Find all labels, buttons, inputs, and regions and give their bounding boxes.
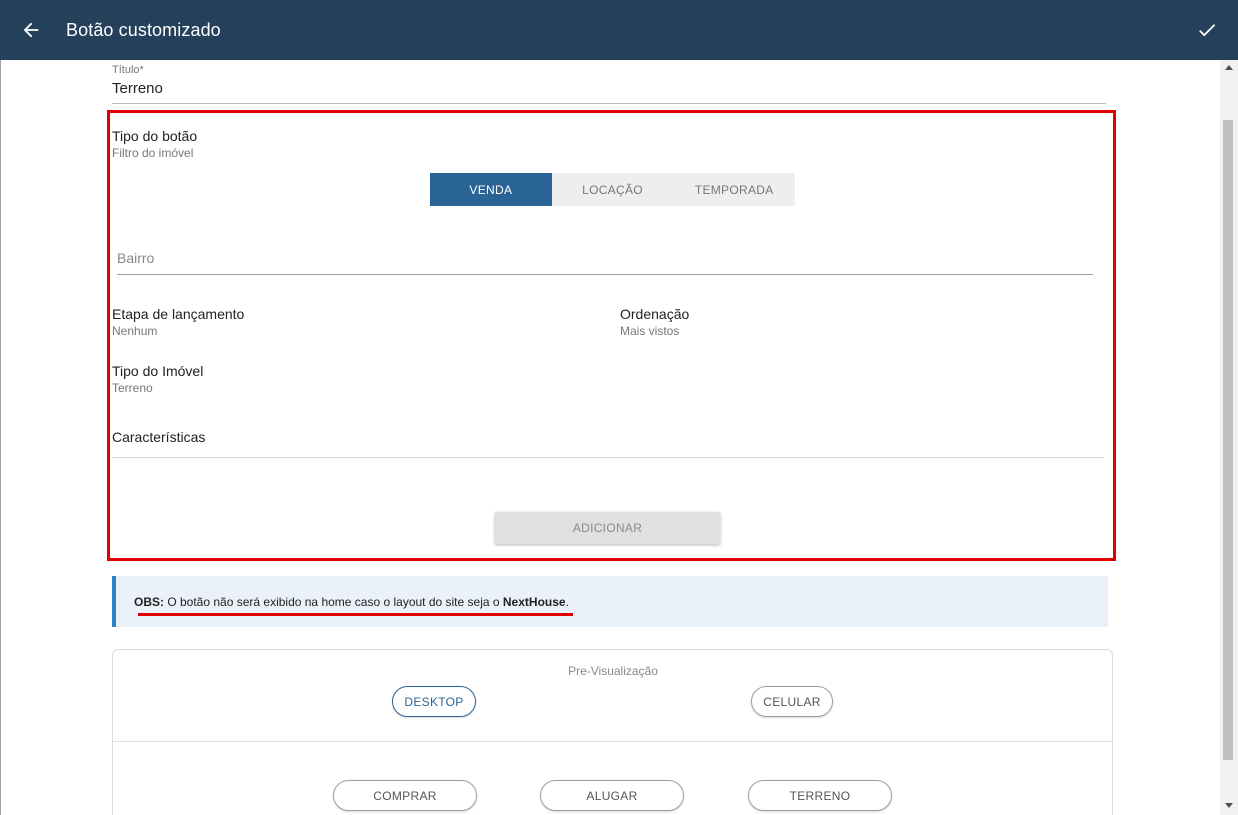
preview-alugar-button[interactable]: ALUGAR bbox=[540, 780, 684, 811]
obs-brand: NextHouse bbox=[502, 595, 566, 609]
tipo-botao-select[interactable]: Filtro do imóvel bbox=[112, 146, 193, 160]
form-content: Título* Terreno Tipo do botão Filtro do … bbox=[0, 60, 1220, 815]
tipo-imovel-label: Tipo do Imóvel bbox=[112, 363, 204, 379]
etapa-select[interactable]: Nenhum bbox=[112, 324, 157, 338]
obs-underline bbox=[138, 613, 573, 616]
celular-button[interactable]: CELULAR bbox=[751, 686, 833, 717]
toggle-locacao[interactable]: LOCAÇÃO bbox=[552, 173, 674, 206]
caracteristicas-divider bbox=[112, 457, 1104, 458]
bairro-placeholder: Bairro bbox=[117, 250, 155, 266]
arrow-left-icon[interactable] bbox=[20, 19, 42, 41]
preview-terreno-button[interactable]: TERRENO bbox=[748, 780, 892, 811]
scroll-down-icon[interactable] bbox=[1225, 803, 1233, 808]
obs-prefix: OBS: bbox=[134, 595, 164, 609]
app-bar: Botão customizado bbox=[0, 0, 1238, 60]
preview-panel: Pre-Visualização DESKTOP CELULAR COMPRAR… bbox=[112, 649, 1113, 815]
toggle-venda[interactable]: VENDA bbox=[430, 173, 552, 206]
vertical-scrollbar[interactable] bbox=[1220, 60, 1238, 815]
desktop-button[interactable]: DESKTOP bbox=[392, 686, 476, 717]
obs-message: O botão não será exibido na home caso o … bbox=[164, 595, 503, 609]
obs-suffix: . bbox=[565, 595, 569, 609]
obs-notice: OBS: O botão não será exibido na home ca… bbox=[112, 576, 1108, 627]
etapa-label: Etapa de lançamento bbox=[112, 306, 245, 322]
page-title: Botão customizado bbox=[66, 20, 221, 40]
scroll-up-icon[interactable] bbox=[1225, 65, 1233, 70]
tipo-botao-label: Tipo do botão bbox=[112, 128, 198, 144]
adicionar-button[interactable]: ADICIONAR bbox=[495, 512, 720, 544]
preview-title: Pre-Visualização bbox=[568, 664, 658, 678]
bairro-input[interactable]: Bairro bbox=[117, 249, 1093, 275]
ordenacao-label: Ordenação bbox=[620, 306, 690, 322]
obs-text: OBS: O botão não será exibido na home ca… bbox=[134, 595, 569, 609]
title-field[interactable]: Título* Terreno bbox=[112, 64, 1106, 104]
check-icon[interactable] bbox=[1196, 19, 1218, 41]
preview-comprar-button[interactable]: COMPRAR bbox=[333, 780, 477, 811]
toggle-temporada[interactable]: TEMPORADA bbox=[673, 173, 795, 206]
transaction-toggle: VENDA LOCAÇÃO TEMPORADA bbox=[430, 173, 795, 206]
scrollbar-thumb[interactable] bbox=[1223, 120, 1233, 760]
ordenacao-select[interactable]: Mais vistos bbox=[620, 324, 679, 338]
caracteristicas-label[interactable]: Características bbox=[112, 429, 205, 445]
preview-divider bbox=[113, 741, 1112, 742]
tipo-imovel-select[interactable]: Terreno bbox=[112, 381, 153, 395]
title-field-label: Título* bbox=[112, 64, 144, 76]
title-input[interactable]: Terreno bbox=[112, 80, 1106, 104]
